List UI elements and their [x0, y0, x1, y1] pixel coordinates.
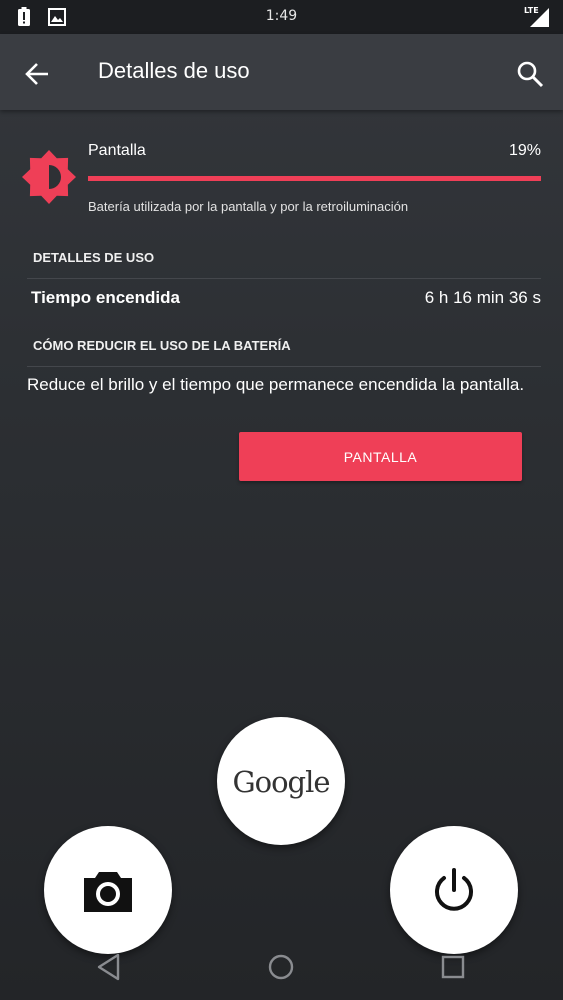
usage-item-label: Pantalla	[88, 142, 146, 159]
nav-recent-icon[interactable]	[440, 954, 466, 984]
camera-button[interactable]	[44, 826, 172, 954]
time-on-label: Tiempo encendida	[31, 288, 180, 307]
usage-item-description: Batería utilizada por la pantalla y por …	[88, 199, 409, 214]
google-label: Google	[232, 765, 330, 799]
nav-home-icon[interactable]	[266, 952, 296, 986]
usage-item-percent: 19%	[508, 142, 541, 159]
reduce-tip-text: Reduce el brillo y el tiempo que permane…	[27, 375, 525, 394]
page-title: Detalles de uso	[98, 58, 250, 83]
google-button[interactable]: Google	[217, 717, 345, 845]
divider	[27, 366, 541, 367]
section-header-reduce-usage: CÓMO REDUCIR EL USO DE LA BATERÍA	[33, 338, 291, 353]
power-icon	[435, 868, 473, 911]
power-button[interactable]	[390, 826, 518, 954]
search-icon[interactable]	[512, 56, 548, 92]
status-time: 1:49	[265, 8, 298, 24]
signal-icon	[530, 8, 550, 32]
app-bar: Detalles de uso	[0, 34, 563, 110]
brightness-icon	[22, 150, 76, 208]
divider	[27, 278, 541, 279]
nav-back-icon[interactable]	[94, 952, 124, 986]
usage-progress-bar	[88, 176, 541, 181]
camera-icon	[84, 872, 132, 912]
arrow-back-icon[interactable]	[20, 56, 56, 92]
time-on-value: 6 h 16 min 36 s	[424, 288, 541, 307]
usage-progress-fill	[88, 176, 541, 181]
section-header-usage-details: DETALLES DE USO	[33, 250, 155, 265]
screen-settings-button[interactable]: PANTALLA	[239, 432, 522, 481]
status-bar: 1:49 LTE	[0, 0, 563, 34]
